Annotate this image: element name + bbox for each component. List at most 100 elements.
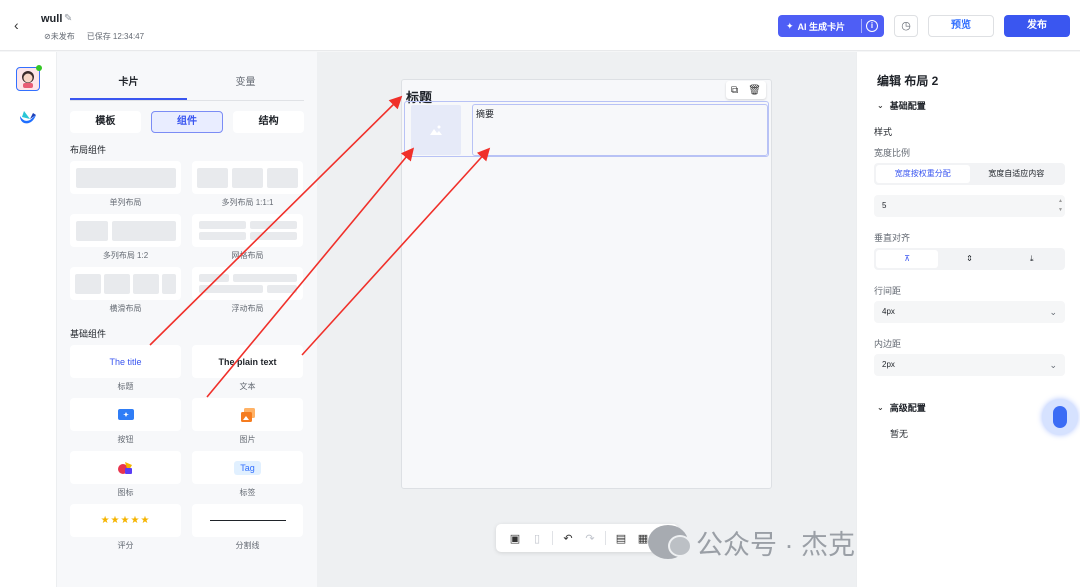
width-by-weight-option[interactable]: 宽度按权重分配: [876, 165, 970, 183]
tile-preview: [267, 167, 298, 188]
tile-preview: [232, 274, 297, 282]
top-align-icon[interactable]: ⊼: [876, 250, 939, 268]
sparkle-icon: ✦: [786, 20, 794, 31]
tile-label: 浮动布局: [231, 304, 264, 313]
preview-button[interactable]: 预览: [928, 15, 994, 37]
tile-preview: [198, 221, 246, 229]
tile-label: 多列布局 1:1:1: [221, 198, 274, 207]
tile-label: 分割线: [235, 541, 260, 550]
undo-icon[interactable]: ↶: [557, 532, 579, 545]
stepper-icon[interactable]: ▲ ▼: [1058, 197, 1063, 215]
publish-button[interactable]: 发布: [1004, 15, 1070, 37]
basic-config-group[interactable]: ⌄ 基础配置: [877, 99, 926, 112]
app-logo-icon[interactable]: [18, 107, 38, 127]
history-icon[interactable]: ◷: [894, 15, 918, 37]
toolbar-divider: [605, 531, 606, 545]
tile-multi-column-111[interactable]: [192, 161, 303, 194]
tile-single-column[interactable]: [70, 161, 181, 194]
padding-label: 内边距: [874, 339, 902, 349]
tile-label: 单列布局: [109, 198, 142, 207]
tile-preview: [197, 167, 228, 188]
weight-input[interactable]: 5 ▲ ▼: [874, 195, 1065, 217]
summary-text[interactable]: 摘要: [472, 104, 768, 156]
document-icon[interactable]: ▤: [610, 532, 632, 545]
tile-preview: [198, 274, 229, 282]
bottom-align-icon[interactable]: ⤓: [1001, 250, 1063, 268]
status-line: ⊘未发布 已保存 12:34:47: [44, 31, 144, 42]
tile-horizontal-scroll[interactable]: [70, 267, 181, 300]
tab-variables[interactable]: 变量: [187, 72, 304, 100]
chevron-down-icon: ⌄: [1049, 360, 1057, 370]
tile-preview: [75, 273, 101, 294]
selected-layout[interactable]: 摘要: [404, 101, 769, 157]
tile-floating[interactable]: [192, 267, 303, 300]
tile-preview: [232, 167, 263, 188]
padding-select[interactable]: 2px ⌄: [874, 354, 1065, 376]
card-preview[interactable]: 标题 ⧉ 🗑 摘要: [401, 79, 772, 489]
tile-preview: [198, 274, 297, 282]
tile-preview: [198, 232, 246, 240]
group-label: 基础配置: [889, 101, 926, 111]
tile-icon[interactable]: [70, 451, 181, 484]
row-gap-select[interactable]: 4px ⌄: [874, 301, 1065, 323]
tile-label: 多列布局 1:2: [102, 251, 149, 260]
tile-preview: [249, 221, 297, 229]
advanced-empty: 暂无: [890, 429, 909, 439]
tile-title[interactable]: The title: [70, 345, 181, 378]
tile-multi-column-12[interactable]: [70, 214, 181, 247]
tile-preview: [133, 273, 159, 294]
tile-divider[interactable]: [192, 504, 303, 537]
config-panel: 编辑 布局 2 ⌄ 基础配置 样式 宽度比例 宽度按权重分配 宽度自适应内容 5…: [856, 52, 1080, 587]
chevron-left-icon[interactable]: ‹: [14, 17, 30, 33]
tile-preview: [249, 232, 297, 240]
tile-text[interactable]: The plain text: [192, 345, 303, 378]
tile-tag[interactable]: Tag: [192, 451, 303, 484]
mobile-icon[interactable]: ▯: [526, 532, 548, 545]
width-ratio-segment: 宽度按权重分配 宽度自适应内容: [874, 163, 1065, 185]
design-canvas: 标题 ⧉ 🗑 摘要 ▣ ▯ ↶ ↷ ▤ ▦: [317, 52, 856, 587]
tile-preview: [104, 273, 130, 294]
tile-preview: [198, 232, 297, 240]
edit-icon[interactable]: ✎: [64, 13, 72, 24]
row-gap-value: 4px: [882, 307, 895, 316]
tile-preview: [162, 273, 176, 294]
assistant-float-button[interactable]: [1042, 399, 1078, 435]
vertical-align-segment: ⊼ ⇕ ⤓: [874, 248, 1065, 270]
tile-image[interactable]: [192, 398, 303, 431]
ai-generate-card-button[interactable]: ✦ AI 生成卡片 i: [778, 15, 884, 37]
tile-grid[interactable]: [192, 214, 303, 247]
info-icon[interactable]: i: [866, 20, 878, 32]
tile-label: 标签: [239, 488, 256, 497]
avatar-face-icon: [22, 71, 34, 88]
save-status: 已保存 12:34:47: [86, 32, 145, 41]
group-label: 高级配置: [889, 403, 926, 413]
desktop-icon[interactable]: ▣: [504, 532, 526, 545]
tile-preview: [75, 167, 176, 188]
weight-value: 5: [882, 201, 887, 210]
avatar[interactable]: [16, 65, 42, 91]
tab-card[interactable]: 卡片: [70, 72, 187, 100]
tile-preview: [198, 221, 297, 229]
width-ratio-label: 宽度比例: [874, 148, 911, 158]
config-title: 编辑 布局 2: [877, 74, 939, 88]
copy-icon[interactable]: ⧉: [731, 85, 738, 96]
center-align-icon[interactable]: ⇕: [938, 250, 1000, 268]
style-label: 样式: [874, 127, 893, 137]
vertical-align-label: 垂直对齐: [874, 233, 911, 243]
redo-icon[interactable]: ↷: [579, 532, 601, 545]
tile-preview: [198, 285, 263, 293]
trash-icon[interactable]: 🗑: [748, 85, 761, 96]
tile-button[interactable]: [70, 398, 181, 431]
image-placeholder[interactable]: [411, 105, 461, 155]
tile-label: 评分: [117, 541, 134, 550]
segment-components[interactable]: 组件: [150, 111, 224, 133]
segment-structure[interactable]: 结构: [233, 111, 305, 133]
tile-label: 按钮: [117, 435, 134, 444]
divider: [861, 19, 862, 33]
shapes-icon: [117, 461, 132, 474]
tile-rating[interactable]: ★★★★★: [70, 504, 181, 537]
advanced-config-group[interactable]: ⌄ 高级配置: [877, 401, 926, 414]
image-icon: [240, 407, 255, 422]
width-auto-option[interactable]: 宽度自适应内容: [970, 165, 1064, 183]
segment-templates[interactable]: 模板: [70, 111, 141, 133]
